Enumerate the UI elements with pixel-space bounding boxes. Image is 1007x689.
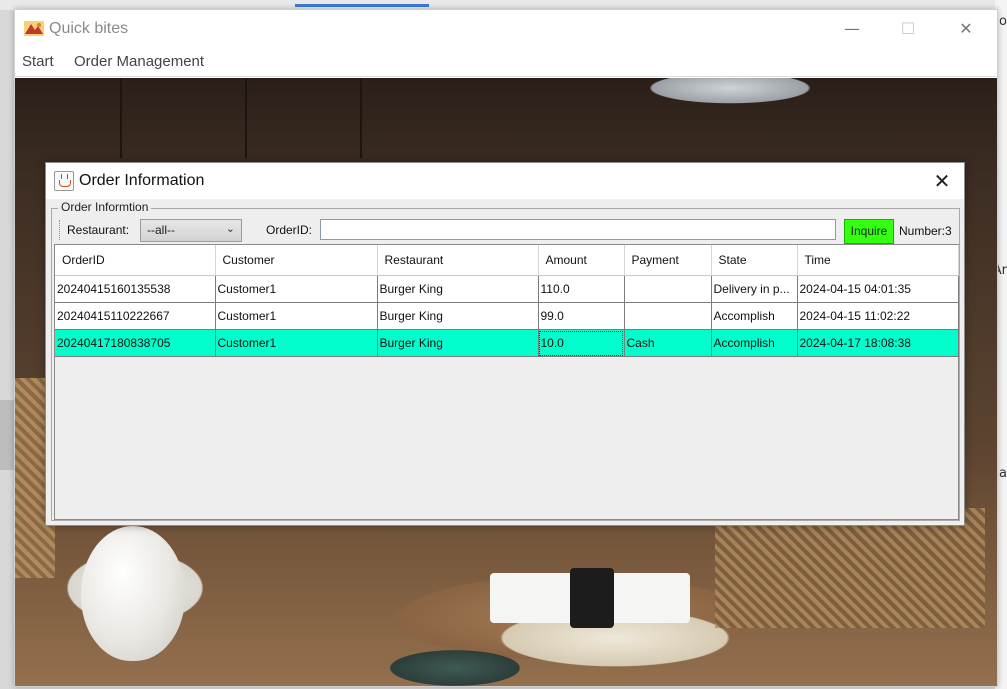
table-cell[interactable]: 110.0	[538, 275, 625, 303]
chevron-down-icon: ⌄	[225, 222, 235, 235]
orders-table: OrderID Customer Restaurant Amount Payme…	[54, 244, 959, 520]
order-info-group: Order Informtion Restaurant: --all-- ⌄ O…	[51, 200, 960, 521]
column-header[interactable]: Payment	[624, 245, 712, 276]
column-header[interactable]: OrderID	[55, 245, 216, 276]
table-cell[interactable]: 2024-04-15 04:01:35	[797, 275, 959, 303]
table-cell[interactable]: 20240417180838705	[55, 329, 216, 357]
table-cell[interactable]: Customer1	[215, 329, 378, 357]
toolbar-grip-icon[interactable]	[59, 220, 62, 240]
egg-lamp	[81, 526, 185, 661]
order-information-dialog: Order Information ✕ Order Informtion Res…	[45, 162, 965, 526]
menu-bar: Start Order Management	[15, 50, 997, 77]
inquire-button[interactable]: Inquire	[844, 219, 894, 244]
app-logo-icon	[24, 21, 44, 36]
table-cell[interactable]: 20240415160135538	[55, 275, 216, 303]
close-button[interactable]: ✕	[951, 16, 981, 42]
app-title: Quick bites	[49, 20, 129, 37]
table-cell[interactable]	[624, 302, 712, 330]
table-cell[interactable]: Burger King	[377, 302, 539, 330]
maximize-button[interactable]: ☐	[893, 16, 923, 42]
wall-panel-line	[120, 78, 122, 158]
table-cell[interactable]: 2024-04-17 18:08:38	[797, 329, 959, 357]
table-cell[interactable]: Burger King	[377, 275, 539, 303]
table-cell[interactable]: Burger King	[377, 329, 539, 357]
dialog-title: Order Information	[79, 172, 205, 189]
table-cell[interactable]: Accomplish	[711, 302, 798, 330]
menu-order-management[interactable]: Order Management	[74, 53, 204, 70]
column-header[interactable]: State	[711, 245, 798, 276]
table-cell[interactable]: Delivery in p...	[711, 275, 798, 303]
table-cell[interactable]: Customer1	[215, 275, 378, 303]
orderid-label: OrderID:	[266, 223, 313, 237]
orderid-input[interactable]	[320, 219, 836, 240]
table-cell[interactable]: 20240415110222667	[55, 302, 216, 330]
rattan-chair	[715, 508, 985, 628]
restaurant-label: Restaurant:	[67, 223, 130, 237]
wall-panel-line	[360, 78, 362, 158]
column-header[interactable]: Restaurant	[377, 245, 539, 276]
dialog-title-bar[interactable]: Order Information ✕	[46, 163, 964, 199]
table-row[interactable]: 20240415160135538 Customer1 Burger King …	[55, 275, 959, 303]
column-header[interactable]: Customer	[215, 245, 378, 276]
group-title: Order Informtion	[58, 200, 152, 214]
menu-start[interactable]: Start	[22, 53, 54, 70]
desktop-left-edge	[0, 400, 14, 470]
table-cell[interactable]: 99.0	[538, 302, 625, 330]
table-header-row: OrderID Customer Restaurant Amount Payme…	[55, 245, 959, 276]
restaurant-select-value: --all--	[147, 223, 175, 237]
column-header[interactable]: Amount	[538, 245, 625, 276]
result-count: Number:3	[899, 224, 952, 238]
table-cell[interactable]	[624, 275, 712, 303]
table-cell-focused[interactable]: 10.0	[538, 329, 625, 357]
desktop-active-tab-indicator	[295, 4, 429, 7]
restaurant-select[interactable]: --all-- ⌄	[140, 219, 242, 242]
table-cell[interactable]: Customer1	[215, 302, 378, 330]
dialog-close-button[interactable]: ✕	[930, 169, 954, 193]
minimize-button[interactable]: —	[837, 16, 867, 42]
napkin-band	[570, 568, 614, 628]
table-row-selected[interactable]: 20240417180838705 Customer1 Burger King …	[55, 329, 959, 357]
column-header[interactable]: Time	[797, 245, 959, 276]
wall-panel-line	[245, 78, 247, 158]
java-cup-icon	[54, 171, 74, 191]
table-cell[interactable]: Cash	[624, 329, 712, 357]
table-cell[interactable]: 2024-04-15 11:02:22	[797, 302, 959, 330]
table-row[interactable]: 20240415110222667 Customer1 Burger King …	[55, 302, 959, 330]
table-cell[interactable]: Accomplish	[711, 329, 798, 357]
title-bar[interactable]: Quick bites — ☐ ✕	[15, 10, 997, 48]
